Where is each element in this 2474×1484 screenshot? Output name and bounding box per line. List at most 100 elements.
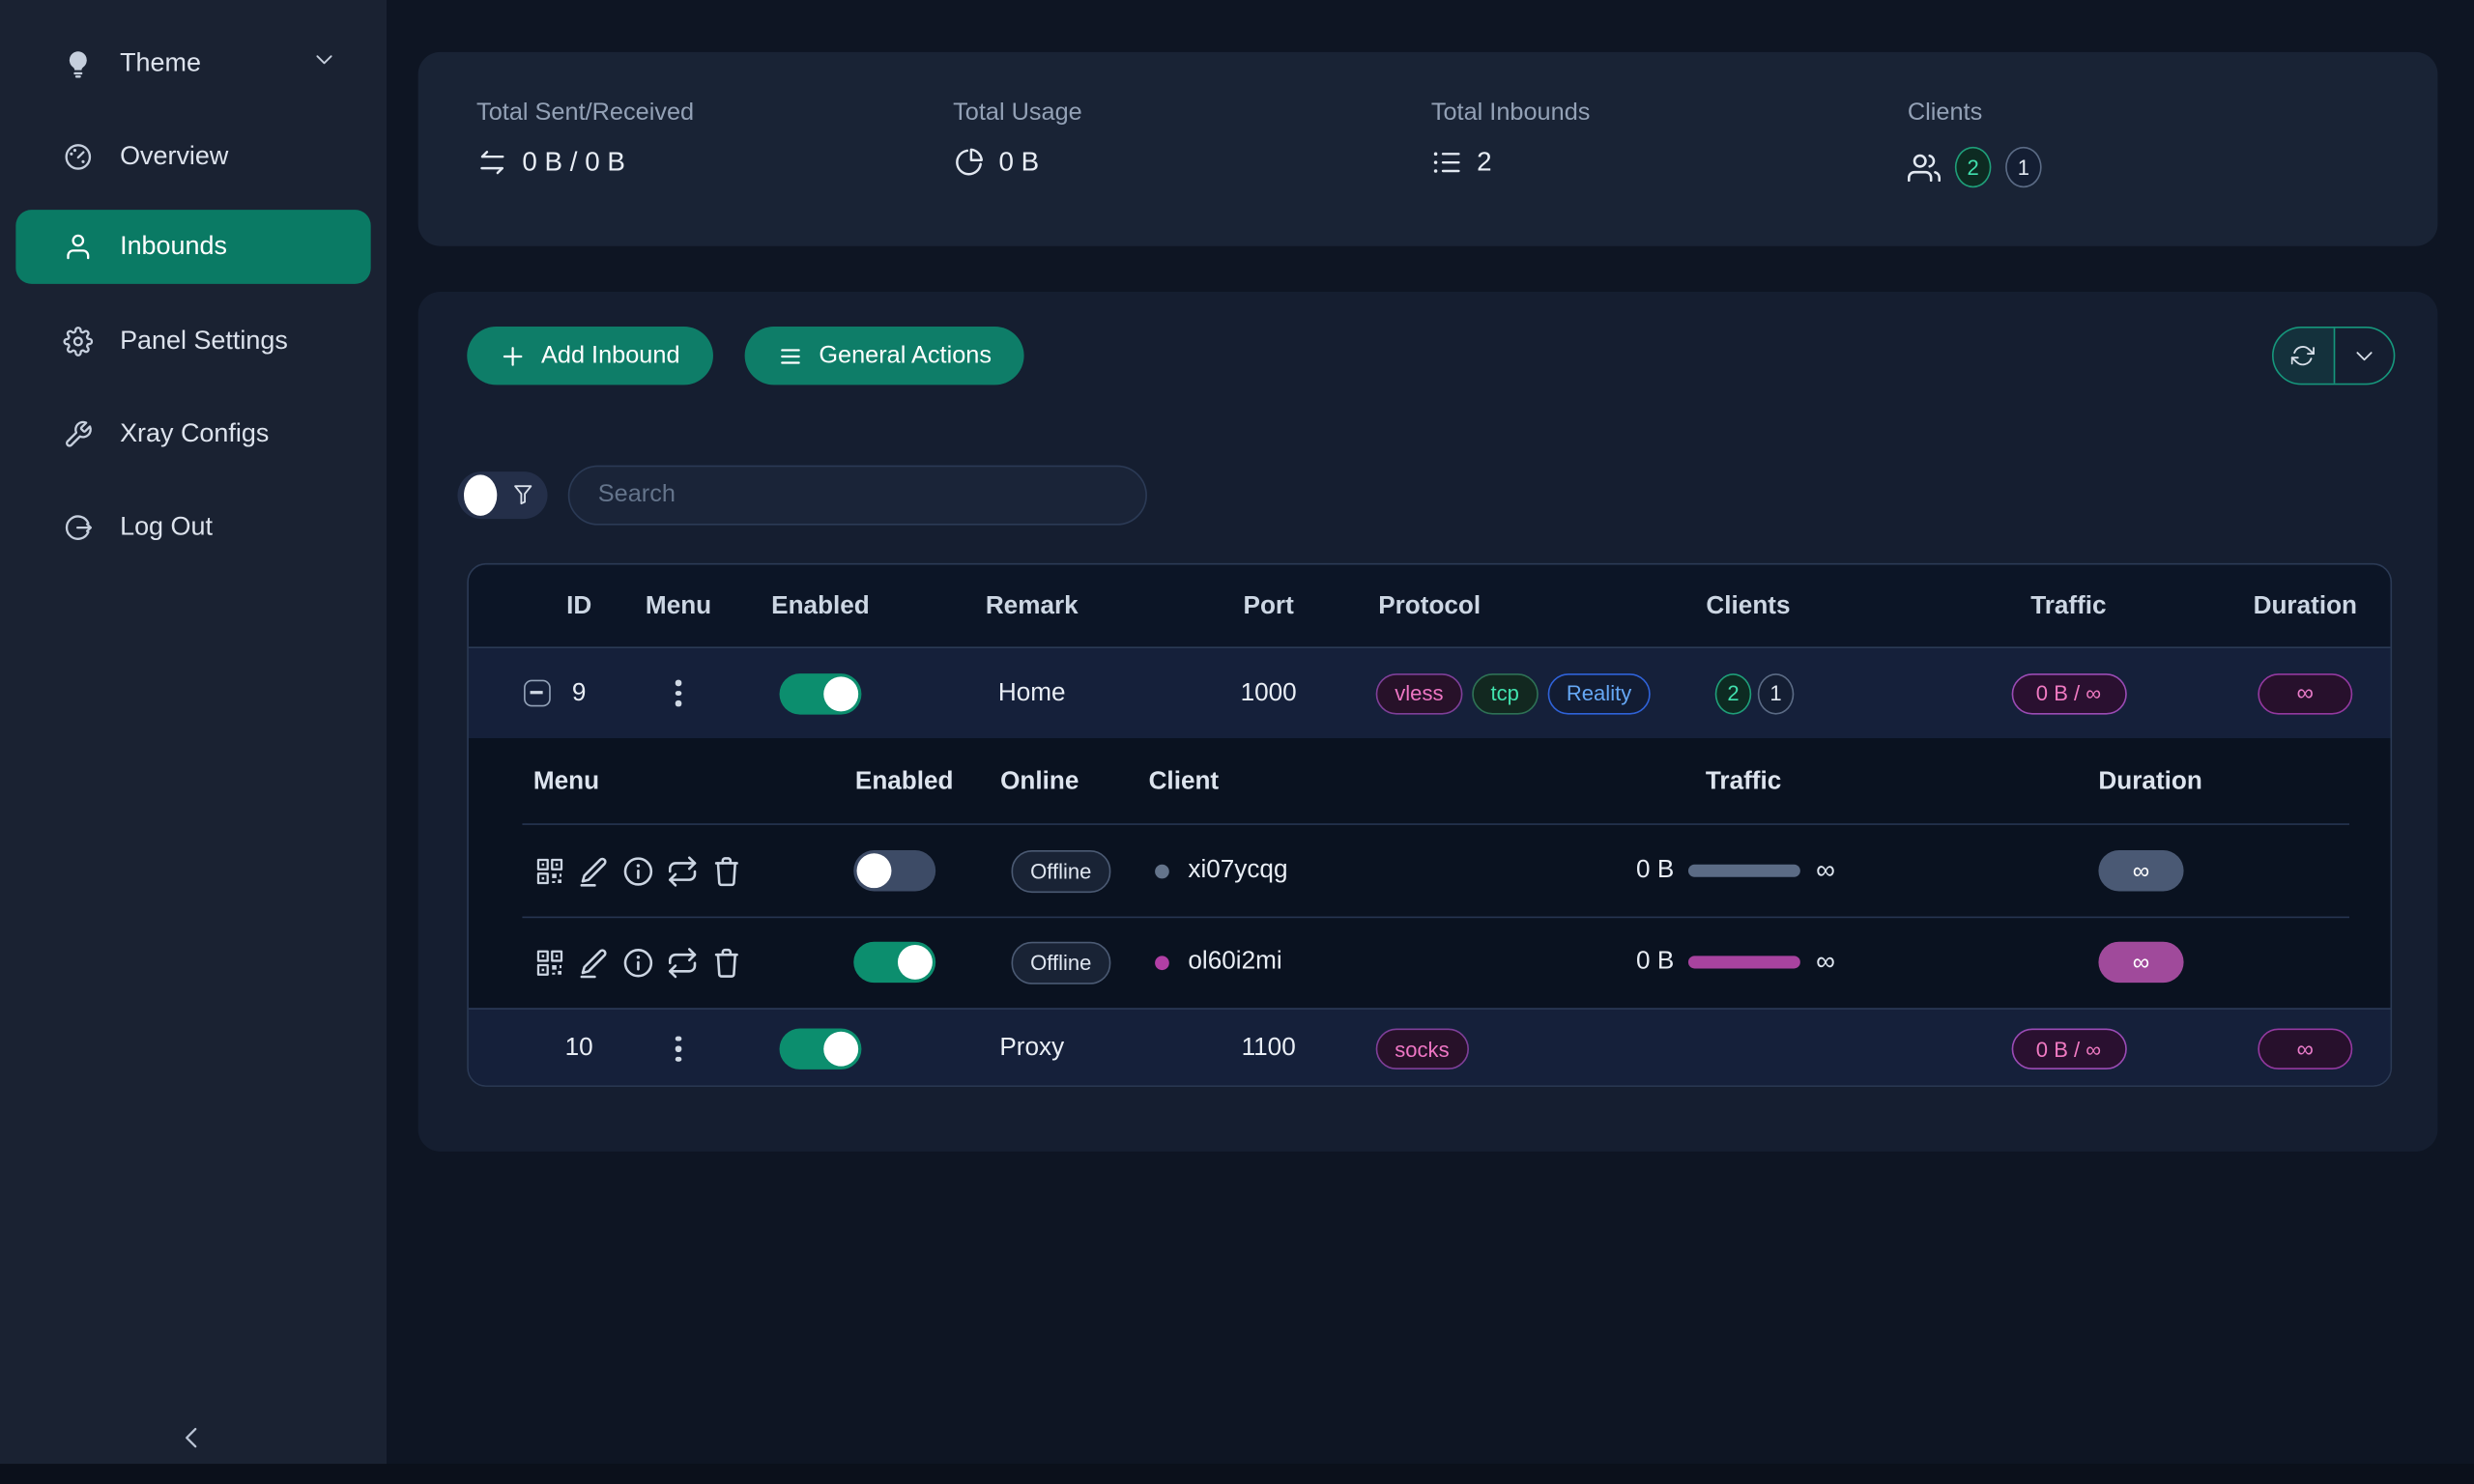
stat-clients: Clients 2 1 [1908, 100, 2042, 187]
duration-badge: ∞ [2098, 942, 2183, 983]
add-inbound-button[interactable]: Add Inbound [467, 327, 713, 385]
inbound-row-9: 9 Home 1000 vless tcp Reality [469, 648, 2391, 738]
window-bottom-edge [0, 1464, 2474, 1484]
qr-code-icon[interactable] [533, 946, 566, 979]
traffic-progress-bar [1688, 956, 1800, 968]
traffic-limit: ∞ [1816, 855, 1835, 887]
reset-icon[interactable] [666, 946, 699, 979]
subcol-header-menu: Menu [533, 738, 599, 825]
app-window: Theme Overview Inbounds Panel Settings X… [0, 0, 2474, 1484]
client-sub-table: Menu Enabled Online Client Traffic Durat… [469, 738, 2391, 1008]
wrench-icon [63, 418, 93, 448]
info-icon[interactable] [621, 946, 654, 979]
funnel-icon [511, 483, 534, 506]
sidebar-item-label: Log Out [120, 512, 213, 542]
general-actions-button[interactable]: General Actions [745, 327, 1025, 385]
inbound-port: 1000 [1205, 648, 1332, 738]
traffic-used: 0 B [1636, 948, 1674, 976]
chevron-left-icon [176, 1422, 206, 1452]
inbounds-panel: Add Inbound General Actions ID Menu [418, 292, 2438, 1152]
search-input[interactable] [568, 466, 1147, 526]
subcol-header-online: Online [1000, 738, 1079, 825]
client-status-dot [1155, 956, 1169, 970]
inbound-enabled-toggle[interactable] [780, 672, 862, 713]
gear-icon [63, 326, 93, 356]
stat-label: Total Sent/Received [476, 100, 694, 128]
protocol-badge: socks [1376, 1028, 1469, 1069]
qr-code-icon[interactable] [533, 854, 566, 887]
col-header-protocol: Protocol [1351, 564, 1509, 648]
duration-badge: ∞ [2258, 1028, 2352, 1069]
collapse-row-icon[interactable] [523, 680, 550, 707]
col-header-remark: Remark [953, 564, 1110, 648]
online-status-badge: Offline [1012, 941, 1110, 984]
stat-value: 2 [1477, 147, 1491, 179]
reset-icon[interactable] [666, 854, 699, 887]
protocol-badge: vless [1376, 672, 1462, 713]
stat-label: Total Usage [953, 100, 1082, 128]
chevron-down-icon[interactable] [312, 47, 335, 79]
stats-card: Total Sent/Received 0 B / 0 B Total Usag… [418, 52, 2438, 246]
client-enabled-toggle[interactable] [853, 942, 935, 983]
subcol-header-enabled: Enabled [855, 738, 954, 825]
sidebar-collapse-button[interactable] [164, 1411, 218, 1465]
sidebar-item-inbounds[interactable]: Inbounds [15, 210, 370, 284]
sidebar-item-label: Theme [120, 48, 201, 78]
inbound-id: 10 [548, 1010, 611, 1087]
inbound-enabled-toggle[interactable] [780, 1028, 862, 1069]
team-icon [1908, 151, 1941, 184]
sidebar-item-log-out[interactable]: Log Out [0, 499, 387, 556]
row-menu-button[interactable] [676, 1036, 681, 1062]
stat-total-inbounds: Total Inbounds 2 [1431, 100, 1591, 179]
trash-icon[interactable] [710, 946, 743, 979]
list-icon [1431, 147, 1463, 179]
online-status-badge: Offline [1012, 849, 1110, 892]
stat-total-sent-received: Total Sent/Received 0 B / 0 B [476, 100, 694, 179]
col-header-clients: Clients [1669, 564, 1827, 648]
client-table-header: Menu Enabled Online Client Traffic Durat… [469, 738, 2391, 825]
chevron-down-icon [2352, 344, 2375, 367]
col-header-duration: Duration [2227, 564, 2384, 648]
traffic-badge: 0 B / ∞ [2011, 1028, 2126, 1069]
duration-badge: ∞ [2258, 672, 2352, 713]
col-header-id: ID [548, 564, 611, 648]
row-menu-button[interactable] [676, 680, 681, 706]
trash-icon[interactable] [710, 854, 743, 887]
sidebar-item-panel-settings[interactable]: Panel Settings [0, 312, 387, 369]
client-name: ol60i2mi [1188, 948, 1281, 976]
menu-icon [778, 343, 803, 368]
traffic-badge: 0 B / ∞ [2011, 672, 2126, 713]
dashboard-icon [63, 141, 93, 171]
transfer-arrows-icon [476, 147, 508, 179]
sidebar-item-theme[interactable]: Theme [0, 35, 387, 92]
edit-icon[interactable] [578, 946, 611, 979]
subcol-header-duration: Duration [2098, 738, 2201, 825]
refresh-options-button[interactable] [2335, 328, 2394, 384]
sidebar-item-label: Panel Settings [120, 326, 288, 356]
sidebar-item-xray-configs[interactable]: Xray Configs [0, 406, 387, 463]
client-row-xi07ycqg: Offline xi07ycqg 0 B ∞ ∞ [469, 825, 2391, 917]
transport-badge: tcp [1472, 672, 1539, 713]
stat-value: 0 B / 0 B [522, 147, 624, 179]
inbound-id: 9 [548, 648, 611, 738]
refresh-button[interactable] [2274, 328, 2335, 384]
sidebar-item-overview[interactable]: Overview [0, 128, 387, 185]
filter-toggle[interactable] [457, 471, 547, 519]
logout-icon [63, 512, 93, 542]
inbound-row-10: 10 Proxy 1100 socks 0 B / ∞ ∞ [469, 1008, 2391, 1087]
stat-value: 0 B [998, 147, 1039, 179]
subcol-header-client: Client [1149, 738, 1220, 825]
traffic-progress-bar [1688, 865, 1800, 877]
bulb-icon [63, 48, 93, 78]
col-header-traffic: Traffic [1990, 564, 2147, 648]
info-icon[interactable] [621, 854, 654, 887]
client-status-dot [1155, 864, 1169, 878]
sidebar-item-label: Xray Configs [120, 418, 269, 448]
col-header-port: Port [1205, 564, 1332, 648]
duration-badge: ∞ [2098, 850, 2183, 891]
client-name: xi07ycqg [1188, 857, 1287, 885]
col-header-menu: Menu [631, 564, 726, 648]
client-enabled-toggle[interactable] [853, 850, 935, 891]
edit-icon[interactable] [578, 854, 611, 887]
traffic-limit: ∞ [1816, 947, 1835, 979]
